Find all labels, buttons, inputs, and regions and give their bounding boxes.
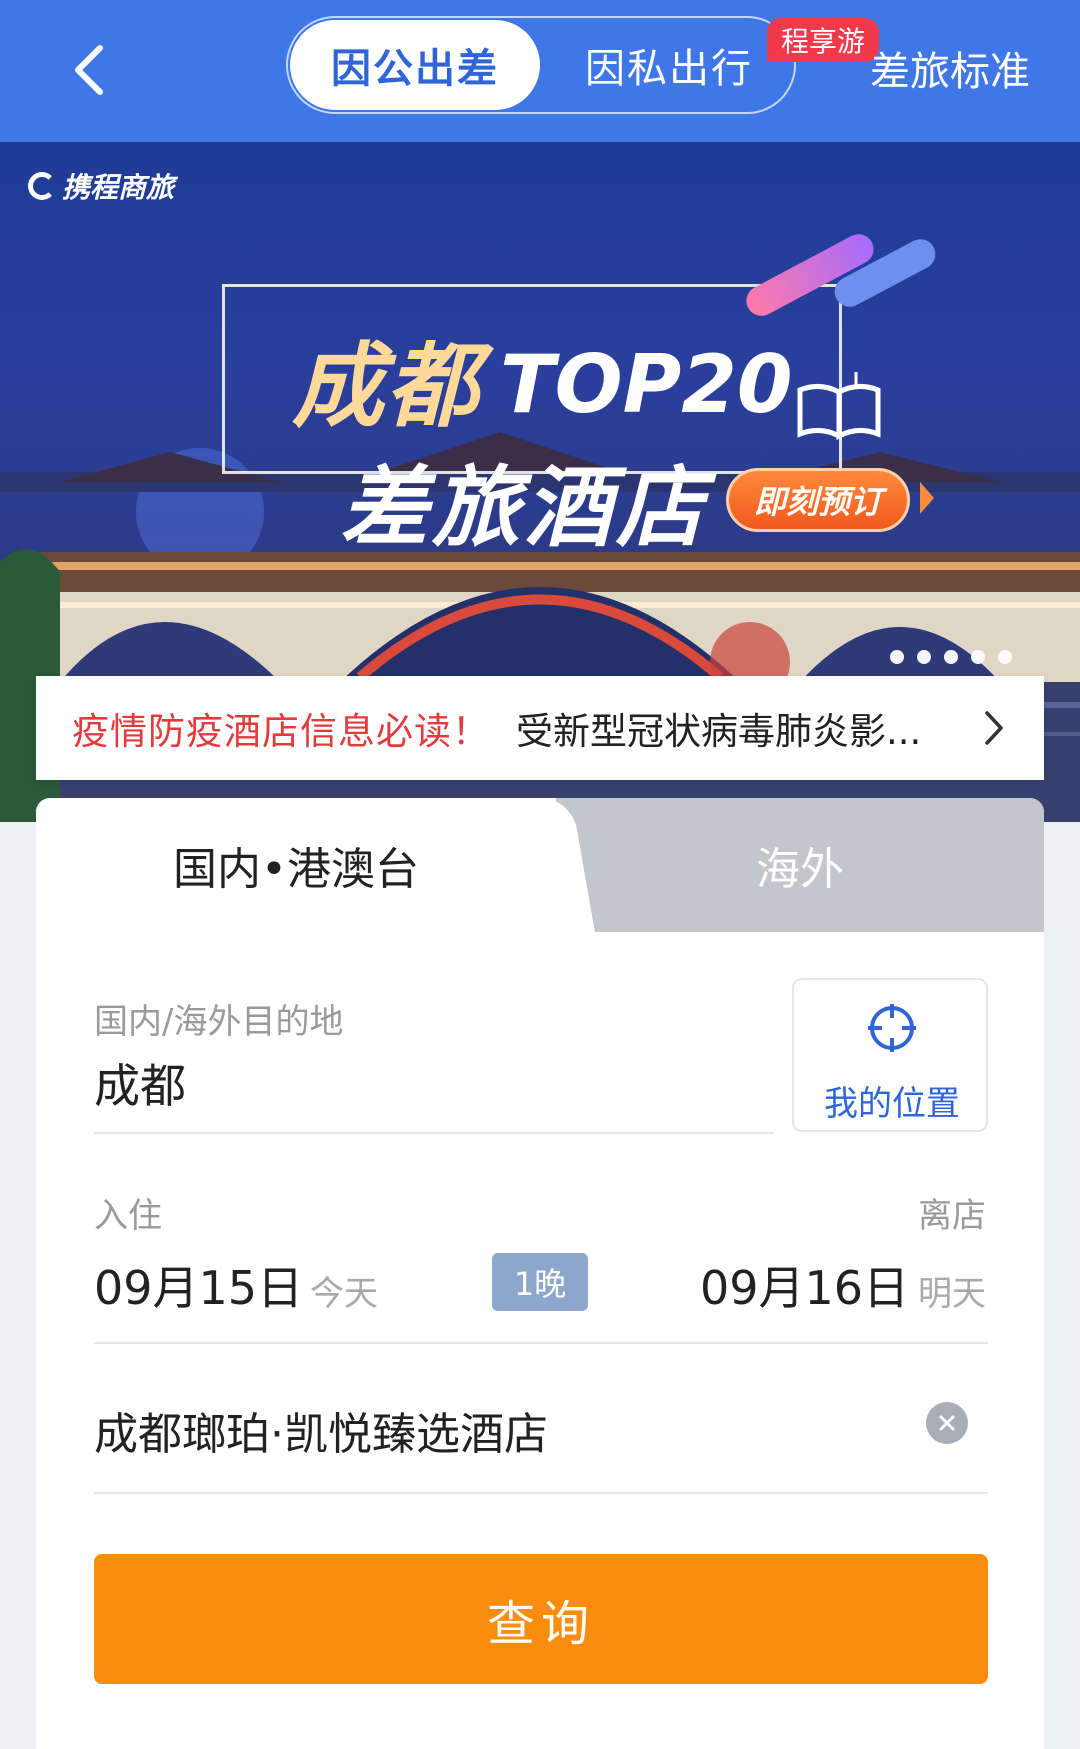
chevron-left-icon: [75, 45, 103, 95]
hotel-search-card: 海外 国内•港澳台 国内/海外目的地 成都 我的位置 入住 离店 09月15日 …: [36, 798, 1044, 1749]
back-button[interactable]: [48, 30, 128, 110]
promo-badge: 程享游: [767, 18, 880, 62]
checkin-date[interactable]: 09月15日: [94, 1252, 303, 1318]
carousel-dot[interactable]: [944, 650, 958, 664]
tab-overseas[interactable]: 海外: [556, 798, 1044, 932]
divider: [94, 1132, 774, 1134]
checkin-day: 今天: [310, 1274, 378, 1314]
brand-logo-text: 携程商旅: [62, 171, 175, 204]
close-icon: [939, 1415, 955, 1431]
travel-standard-link[interactable]: 差旅标准: [870, 40, 1030, 96]
banner-city: 成都: [292, 333, 481, 440]
banner-headline: TOP20: [500, 338, 793, 431]
checkin-label: 入住: [94, 1196, 162, 1236]
carousel-dot[interactable]: [890, 650, 904, 664]
epidemic-notice-bar[interactable]: 疫情防疫酒店信息必读！ 受新型冠状病毒肺炎影...: [36, 676, 1044, 780]
divider: [94, 1492, 988, 1494]
checkout-date[interactable]: 09月16日: [700, 1252, 909, 1318]
divider: [94, 1342, 988, 1344]
notice-highlight: 疫情防疫酒店信息必读！: [72, 710, 490, 753]
tab-business-trip[interactable]: 因公出差: [290, 20, 540, 110]
trip-type-switch: 因公出差 因私出行: [286, 16, 796, 114]
hotel-search-page: 因公出差 因私出行 程享游 差旅标准 携程商旅 成都 TOP20 差旅酒店 即刻…: [0, 0, 1080, 1749]
book-icon: [797, 372, 881, 441]
my-location-label: 我的位置: [824, 1084, 960, 1124]
carousel-indicators[interactable]: [890, 650, 1012, 664]
destination-label: 国内/海外目的地: [94, 1002, 344, 1042]
tab-personal-trip[interactable]: 因私出行: [544, 20, 794, 110]
book-now-button[interactable]: 即刻预订: [726, 468, 910, 532]
carousel-dot[interactable]: [971, 650, 985, 664]
clear-keyword-button[interactable]: [926, 1402, 968, 1444]
locate-icon: [868, 1004, 916, 1052]
checkout-label: 离店: [918, 1196, 986, 1236]
keyword-input[interactable]: 成都瑯珀·凯悦臻选酒店: [94, 1398, 548, 1462]
checkout-day: 明天: [918, 1274, 986, 1314]
top-nav-bar: 因公出差 因私出行 程享游 差旅标准: [0, 0, 1080, 142]
play-arrow-icon: [920, 482, 934, 514]
my-location-button[interactable]: 我的位置: [792, 978, 988, 1132]
brand-logo: 携程商旅: [28, 166, 174, 206]
tab-domestic[interactable]: 国内•港澳台: [36, 798, 556, 932]
carousel-dot[interactable]: [917, 650, 931, 664]
notice-text: 受新型冠状病毒肺炎影...: [516, 710, 922, 753]
carousel-dot[interactable]: [998, 650, 1012, 664]
brand-mark-icon: [28, 172, 56, 200]
chevron-right-icon: [976, 710, 1012, 746]
banner-subtitle: 差旅酒店: [340, 456, 709, 559]
nights-badge: 1晚: [492, 1253, 588, 1311]
destination-input[interactable]: 成都: [94, 1050, 186, 1116]
search-button[interactable]: 查询: [94, 1554, 988, 1684]
